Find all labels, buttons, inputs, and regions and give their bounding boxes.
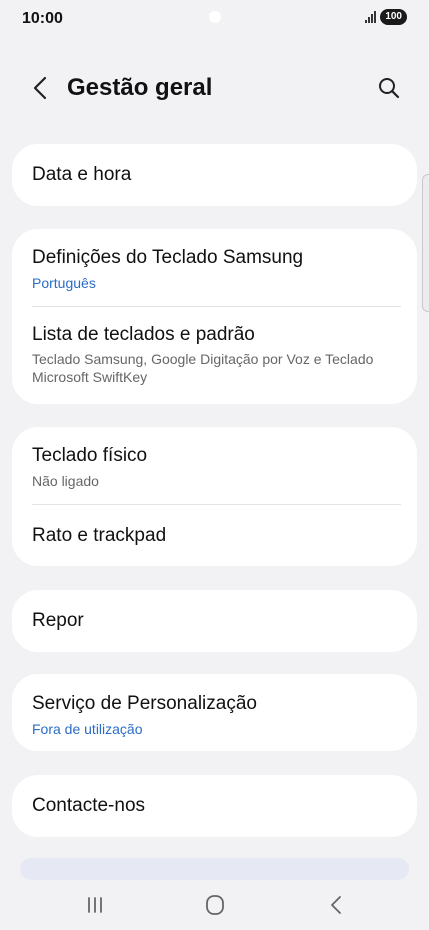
personalization-item[interactable]: Serviço de Personalização Fora de utiliz…	[12, 692, 417, 738]
card-contact: Contacte-nos	[12, 775, 417, 837]
date-time-title: Data e hora	[32, 164, 132, 185]
search-button[interactable]	[373, 72, 405, 104]
personalization-title: Serviço de Personalização	[32, 693, 257, 714]
back-button[interactable]	[26, 72, 54, 104]
physical-keyboard-item[interactable]: Teclado físico Não ligado	[12, 444, 417, 490]
back-icon	[33, 76, 47, 100]
keyboard-list-title: Lista de teclados e padrão	[32, 324, 255, 345]
card-personalization: Serviço de Personalização Fora de utiliz…	[12, 674, 417, 751]
search-icon	[379, 78, 400, 99]
recents-button[interactable]	[75, 890, 115, 920]
keyboard-list-subtitle: Teclado Samsung, Google Digitação por Vo…	[32, 351, 374, 385]
samsung-keyboard-item[interactable]: Definições do Teclado Samsung Português	[12, 246, 417, 292]
page-title: Gestão geral	[67, 74, 213, 101]
home-button[interactable]	[195, 890, 235, 920]
nav-back-icon	[331, 896, 341, 914]
recents-icon	[88, 897, 102, 913]
camera-cutout	[209, 11, 221, 23]
card-keyboard: Definições do Teclado Samsung Português …	[12, 229, 417, 404]
personalization-subtitle: Fora de utilização	[32, 721, 143, 737]
scrollbar[interactable]	[422, 174, 429, 312]
divider	[32, 306, 401, 307]
home-icon	[206, 895, 224, 915]
divider	[32, 504, 401, 505]
battery-icon: 100	[380, 9, 407, 25]
mouse-trackpad-item[interactable]: Rato e trackpad	[12, 524, 417, 548]
status-time: 10:00	[22, 10, 63, 27]
contact-item[interactable]: Contacte-nos	[12, 794, 417, 818]
date-time-item[interactable]: Data e hora	[12, 163, 417, 187]
card-date-time: Data e hora	[12, 144, 417, 206]
app-header: Gestão geral	[0, 64, 429, 114]
status-icons: 100	[365, 9, 407, 25]
samsung-keyboard-subtitle: Português	[32, 275, 96, 291]
navigation-bar	[0, 880, 429, 930]
card-reset: Repor	[12, 590, 417, 652]
physical-keyboard-title: Teclado físico	[32, 445, 148, 466]
status-bar: 10:00 100	[0, 0, 429, 36]
card-input-devices: Teclado físico Não ligado Rato e trackpa…	[12, 427, 417, 566]
nav-back-button[interactable]	[316, 890, 356, 920]
next-card-peek	[20, 858, 409, 880]
contact-title: Contacte-nos	[32, 795, 146, 816]
reset-title: Repor	[32, 610, 84, 631]
mouse-trackpad-title: Rato e trackpad	[32, 525, 167, 546]
physical-keyboard-subtitle: Não ligado	[32, 473, 99, 489]
samsung-keyboard-title: Definições do Teclado Samsung	[32, 247, 304, 268]
reset-item[interactable]: Repor	[12, 609, 417, 633]
keyboard-list-item[interactable]: Lista de teclados e padrão Teclado Samsu…	[12, 323, 417, 386]
signal-icon	[365, 11, 377, 23]
